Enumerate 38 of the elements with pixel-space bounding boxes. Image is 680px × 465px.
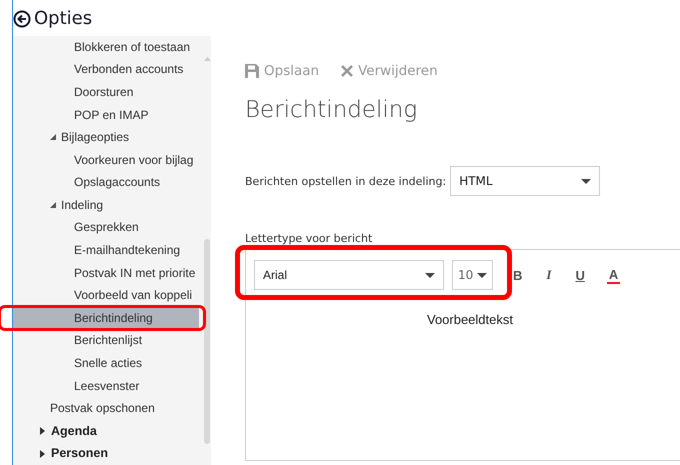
tree-item[interactable]: Blokkeren of toestaan: [13, 36, 199, 58]
tree-item[interactable]: Snelle acties: [13, 352, 199, 375]
tree-item[interactable]: POP en IMAP: [13, 104, 199, 126]
tree-item[interactable]: Berichtenlijst: [13, 329, 199, 352]
caret-icon: [477, 272, 487, 278]
font-color-button[interactable]: A: [606, 266, 620, 284]
caret-icon: [581, 178, 592, 184]
format-dropdown[interactable]: HTML: [450, 166, 600, 196]
tree-item[interactable]: Indeling: [61, 194, 104, 216]
page-header-title: Opties: [34, 8, 92, 30]
font-dropdown[interactable]: Arial: [254, 260, 444, 290]
close-icon: [341, 65, 354, 77]
size-dropdown[interactable]: 10: [452, 260, 493, 290]
save-icon: [245, 64, 259, 78]
section-title: Berichtindeling: [245, 97, 418, 123]
tree-item[interactable]: Verbonden accounts: [13, 58, 199, 81]
tree-item[interactable]: Voorkeuren voor bijlag: [13, 148, 199, 172]
tree-item[interactable]: Opslagaccounts: [13, 171, 199, 194]
scroll-up-icon: [204, 56, 210, 61]
back-icon[interactable]: [13, 10, 31, 28]
tree-item[interactable]: Doorsturen: [13, 80, 199, 104]
tree-item[interactable]: Agenda: [51, 420, 97, 442]
tree-item[interactable]: Voorbeeld van koppeli: [13, 284, 199, 307]
tree-item[interactable]: Postvak opschonen: [50, 397, 155, 420]
field-label: Lettertype voor bericht: [245, 232, 374, 245]
tree-item[interactable]: E-mailhandtekening: [13, 239, 199, 262]
sample-text: Voorbeeldtekst: [426, 312, 514, 327]
tree-item[interactable]: Bijlageopties: [61, 126, 130, 149]
tree-item[interactable]: Postvak IN met priorite: [13, 262, 199, 284]
tree-item[interactable]: Personen: [51, 442, 108, 465]
italic-button[interactable]: I: [538, 267, 560, 283]
bold-button[interactable]: B: [505, 268, 530, 282]
underline-button[interactable]: U: [567, 268, 593, 282]
tree-item[interactable]: Leesvenster: [13, 374, 199, 398]
scrollbar-thumb[interactable]: [204, 238, 210, 444]
caret-icon: [425, 272, 435, 278]
tree-item[interactable]: Gesprekken: [13, 216, 199, 240]
field-label: Berichten opstellen in deze indeling:: [245, 174, 446, 188]
